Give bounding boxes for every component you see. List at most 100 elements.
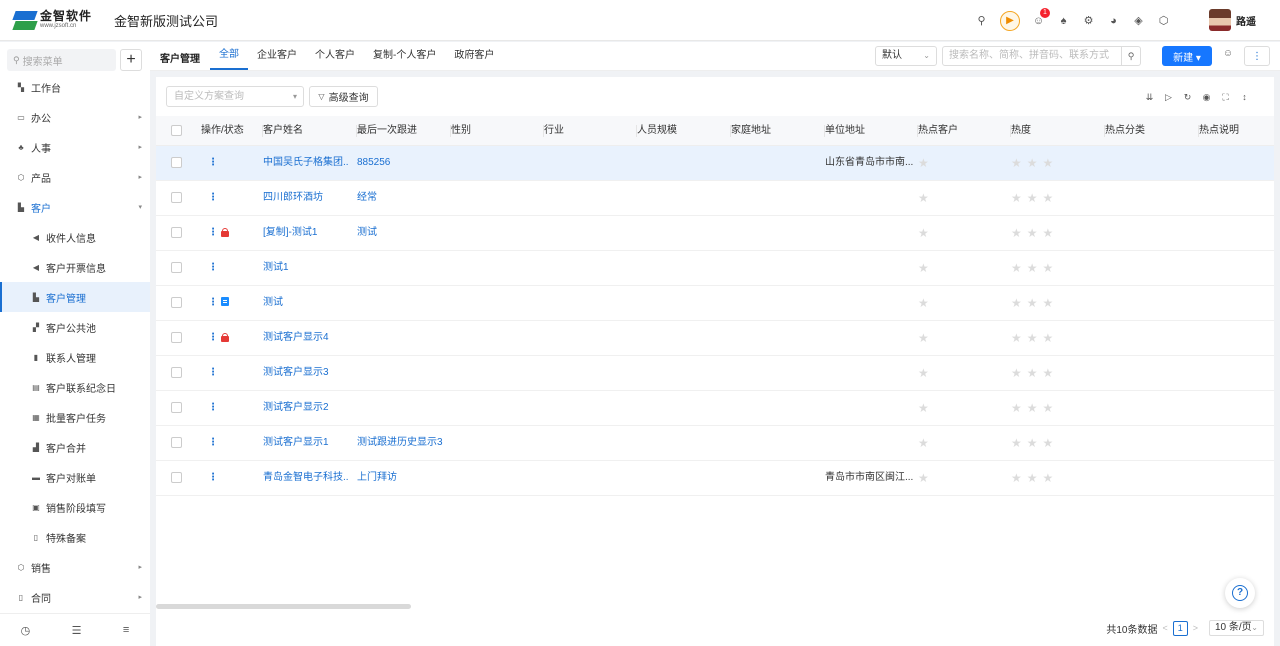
table-row[interactable]: ⋮ [复制]-测试1 测试 ★ ★★★ <box>156 216 1274 251</box>
table-row[interactable]: ⋮ 测试1 ★ ★★★ <box>156 251 1274 286</box>
heat-rating-stars[interactable]: ★★★ <box>1011 216 1058 250</box>
expand-icon[interactable]: ⇊ <box>1140 90 1159 105</box>
customer-name-link[interactable]: [复制]-测试1 <box>263 216 349 251</box>
horizontal-scrollbar[interactable] <box>156 604 411 609</box>
hot-customer-star-icon[interactable]: ★ <box>918 461 934 495</box>
sort-select[interactable]: 默认 ⌄ <box>875 46 937 66</box>
bell-icon[interactable]: ♠ <box>1051 8 1076 33</box>
last-followup-link[interactable] <box>357 391 447 426</box>
row-actions-icon[interactable]: ⋮ <box>208 426 218 460</box>
sidebar-item[interactable]: ▮ 联系人管理 <box>0 342 150 372</box>
last-followup-link[interactable]: 测试跟进历史显示3 <box>357 426 447 461</box>
hot-customer-star-icon[interactable]: ★ <box>918 216 934 250</box>
table-row[interactable]: ⋮ 测试客户显示3 ★ ★★★ <box>156 356 1274 391</box>
customer-name-link[interactable]: 中国吴氏子格集团... <box>263 146 349 181</box>
prev-page-icon[interactable]: < <box>1162 623 1167 633</box>
last-followup-link[interactable]: 测试 <box>357 216 447 251</box>
row-actions-icon[interactable]: ⋮ <box>208 461 218 495</box>
settings-icon[interactable]: ⚙ <box>1076 8 1101 33</box>
sidebar-item[interactable]: ▞ 客户公共池 <box>0 312 150 342</box>
advanced-query-button[interactable]: ▽ 高级查询 <box>309 86 378 107</box>
hot-customer-star-icon[interactable]: ★ <box>918 321 934 355</box>
sidebar-item[interactable]: ⬡ 产品 ▸ <box>0 162 150 192</box>
heat-rating-stars[interactable]: ★★★ <box>1011 356 1058 390</box>
history-icon[interactable]: ◷ <box>21 624 31 637</box>
sidebar-item[interactable]: ♣ 人事 ▸ <box>0 132 150 162</box>
heat-rating-stars[interactable]: ★★★ <box>1011 181 1058 215</box>
last-followup-link[interactable]: 885256 <box>357 146 447 181</box>
add-menu-button[interactable]: + <box>120 49 142 71</box>
sidebar-item[interactable]: ▬ 客户对账单 <box>0 462 150 492</box>
row-actions-icon[interactable]: ⋮ <box>208 286 218 320</box>
table-row[interactable]: ⋮ 测试客户显示1 测试跟进历史显示3 ★ ★★★ <box>156 426 1274 461</box>
customer-name-link[interactable]: 测试客户显示3 <box>263 356 349 391</box>
more-actions-button[interactable]: ⋮ <box>1244 46 1270 66</box>
sidebar-item[interactable]: ▤ 客户联系纪念日 <box>0 372 150 402</box>
row-checkbox[interactable] <box>171 157 182 168</box>
density-icon[interactable]: ↕ <box>1235 90 1254 105</box>
sidebar-item[interactable]: ▙ 客户管理 <box>0 282 150 312</box>
last-followup-link[interactable] <box>357 356 447 391</box>
hot-customer-star-icon[interactable]: ★ <box>918 391 934 425</box>
customer-name-link[interactable]: 四川郎环酒坊 <box>263 181 349 216</box>
table-row[interactable]: ⋮ 中国吴氏子格集团... 885256 山东省青岛市市南... ★ ★★★ <box>156 146 1274 181</box>
last-followup-link[interactable]: 经常 <box>357 181 447 216</box>
sliders-icon[interactable]: ☰ <box>72 624 82 637</box>
heat-rating-stars[interactable]: ★★★ <box>1011 286 1058 320</box>
tab-1[interactable]: 企业客户 <box>248 42 306 71</box>
table-row[interactable]: ⋮ 测试 ★ ★★★ <box>156 286 1274 321</box>
sidebar-item[interactable]: ▭ 办公 ▸ <box>0 102 150 132</box>
cube-icon[interactable]: ◈ <box>1126 8 1151 33</box>
customer-name-link[interactable]: 测试客户显示4 <box>263 321 349 356</box>
tab-3[interactable]: 复制-个人客户 <box>364 42 445 71</box>
sidebar-item[interactable]: ▟ 客户合并 <box>0 432 150 462</box>
custom-scheme-select[interactable]: 自定义方案查询 ▾ <box>166 86 304 107</box>
hot-customer-star-icon[interactable]: ★ <box>918 146 934 180</box>
sidebar-item[interactable]: ▣ 销售阶段填写 <box>0 492 150 522</box>
menu-search-input[interactable]: ⚲ 搜索菜单 <box>7 49 116 71</box>
heat-rating-stars[interactable]: ★★★ <box>1011 321 1058 355</box>
hot-customer-star-icon[interactable]: ★ <box>918 426 934 460</box>
play-icon[interactable]: ▷ <box>1159 90 1178 105</box>
next-page-icon[interactable]: > <box>1193 623 1198 633</box>
user-menu[interactable]: 路遥 <box>1209 9 1256 31</box>
sidebar-item[interactable]: ⬡ 销售 ▸ <box>0 552 150 582</box>
row-checkbox[interactable] <box>171 402 182 413</box>
hot-customer-star-icon[interactable]: ★ <box>918 286 934 320</box>
tab-0[interactable]: 全部 <box>210 42 248 70</box>
new-button[interactable]: 新建 ▾ <box>1162 46 1212 66</box>
sidebar-item[interactable]: ◀ 客户开票信息 <box>0 252 150 282</box>
customer-name-link[interactable]: 测试 <box>263 286 349 321</box>
page-1-button[interactable]: 1 <box>1172 620 1188 636</box>
row-checkbox[interactable] <box>171 227 182 238</box>
heat-rating-stars[interactable]: ★★★ <box>1011 461 1058 495</box>
refresh-icon[interactable]: ↻ <box>1178 90 1197 105</box>
table-row[interactable]: ⋮ 青岛金智电子科技... 上门拜访 青岛市市南区闽江... ★ ★★★ <box>156 461 1274 496</box>
sidebar-item[interactable]: ▯ 特殊备案 <box>0 522 150 552</box>
row-checkbox[interactable] <box>171 262 182 273</box>
heat-rating-stars[interactable]: ★★★ <box>1011 426 1058 460</box>
search-button[interactable]: ⚲ <box>1121 46 1141 66</box>
last-followup-link[interactable] <box>357 321 447 356</box>
row-actions-icon[interactable]: ⋮ <box>208 391 218 425</box>
sidebar-item[interactable]: ▦ 批量客户任务 <box>0 402 150 432</box>
logo[interactable]: 金智软件 www.jzsoft.cn <box>12 9 98 31</box>
sidebar-item[interactable]: ▙ 客户 ▾ <box>0 192 150 222</box>
row-checkbox[interactable] <box>171 437 182 448</box>
last-followup-link[interactable] <box>357 251 447 286</box>
page-size-select[interactable]: 10 条/页 ⌄ <box>1209 620 1264 636</box>
voice-assistant-icon[interactable]: ▶ <box>1000 10 1020 31</box>
customer-name-link[interactable]: 测试客户显示2 <box>263 391 349 426</box>
customer-search-input[interactable]: 搜索名称、简称、拼音码、联系方式 <box>942 46 1122 66</box>
row-actions-icon[interactable]: ⋮ <box>208 356 218 390</box>
tab-4[interactable]: 政府客户 <box>445 42 503 71</box>
row-actions-icon[interactable]: ⋮ <box>208 321 218 355</box>
avatar[interactable] <box>1209 9 1231 31</box>
pie-chart-icon[interactable]: ◕ <box>1101 8 1126 33</box>
help-button[interactable]: ? <box>1225 578 1255 608</box>
select-all-checkbox[interactable] <box>171 125 182 136</box>
row-actions-icon[interactable]: ⋮ <box>208 181 218 215</box>
column-settings-icon[interactable]: ◉ <box>1197 90 1216 105</box>
row-checkbox[interactable] <box>171 297 182 308</box>
customer-name-link[interactable]: 测试客户显示1 <box>263 426 349 461</box>
